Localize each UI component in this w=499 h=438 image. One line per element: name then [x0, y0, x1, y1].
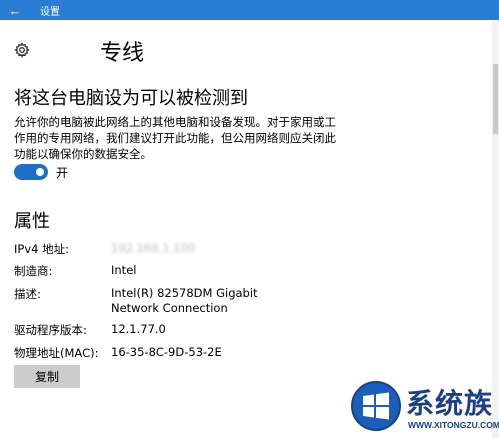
page-title: 专线: [100, 41, 145, 66]
manufacturer-label: 制造商:: [14, 264, 53, 278]
mac-address-label: 物理地址(MAC):: [14, 346, 99, 360]
copy-button[interactable]: 复制: [14, 365, 80, 388]
mac-address-value: 16-35-8C-9D-53-2E: [111, 345, 222, 359]
properties-heading: 属性: [14, 211, 50, 232]
windows-logo-icon: [351, 381, 401, 431]
watermark-brand: 系统族: [406, 387, 494, 420]
description-value: Intel(R) 82578DM Gigabit Network Connect…: [111, 286, 258, 315]
back-button[interactable]: ←: [0, 0, 30, 20]
toggle-knob: [36, 168, 44, 176]
watermark-url: WWW.XITONGZU.COM: [408, 420, 499, 430]
description-label: 描述:: [14, 287, 41, 301]
ipv4-label: IPv4 地址:: [14, 242, 69, 256]
gear-icon: [14, 42, 30, 58]
discoverable-toggle[interactable]: [14, 164, 48, 180]
discoverable-heading: 将这台电脑设为可以被检测到: [14, 88, 248, 109]
watermark: 系统族 WWW.XITONGZU.COM: [350, 380, 499, 436]
scrollbar-thumb[interactable]: [493, 64, 498, 134]
discoverable-description: 允许你的电脑被此网络上的其他电脑和设备发现。对于家用或工作用的专用网络，我们建议…: [14, 115, 336, 161]
scrollbar[interactable]: [492, 20, 499, 438]
title-bar: ← 设置: [0, 0, 499, 20]
window-title: 设置: [40, 6, 60, 18]
ipv4-value: 192.168.1.100: [111, 241, 196, 255]
back-arrow-icon: ←: [8, 2, 22, 18]
toggle-state-label: 开: [56, 166, 69, 180]
driver-version-label: 驱动程序版本:: [14, 323, 87, 337]
manufacturer-value: Intel: [111, 263, 137, 277]
driver-version-value: 12.1.77.0: [111, 322, 166, 336]
